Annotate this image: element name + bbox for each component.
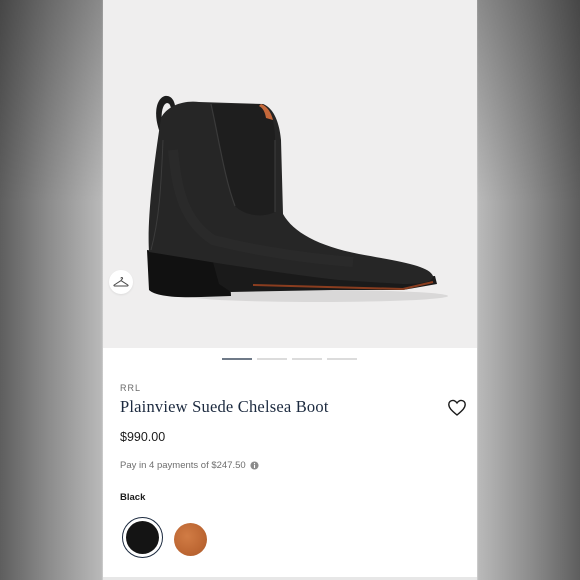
product-screen: RRL Plainview Suede Chelsea Boot $990.00… — [103, 0, 477, 580]
product-title: Plainview Suede Chelsea Boot — [120, 397, 329, 416]
carousel-indicators — [103, 357, 477, 361]
carousel-dot-4[interactable] — [327, 358, 357, 360]
color-swatch-black[interactable] — [122, 517, 163, 558]
installments-info[interactable]: Pay in 4 payments of $247.50 — [120, 460, 259, 471]
color-swatch-brown[interactable] — [174, 523, 207, 556]
swatch-black-fill — [126, 521, 159, 554]
product-image-carousel[interactable] — [103, 0, 477, 348]
hanger-icon — [113, 277, 129, 287]
brand-name: RRL — [120, 383, 142, 393]
carousel-dot-1[interactable] — [222, 358, 252, 360]
carousel-dot-2[interactable] — [257, 358, 287, 360]
info-icon[interactable] — [250, 461, 259, 470]
heart-icon[interactable] — [447, 398, 467, 418]
carousel-dot-3[interactable] — [292, 358, 322, 360]
product-image-boot — [147, 95, 448, 302]
selected-color-label: Black — [120, 492, 146, 503]
product-price: $990.00 — [120, 430, 166, 444]
installments-text: Pay in 4 payments of $247.50 — [120, 460, 246, 471]
try-on-hanger-button[interactable] — [109, 270, 133, 294]
